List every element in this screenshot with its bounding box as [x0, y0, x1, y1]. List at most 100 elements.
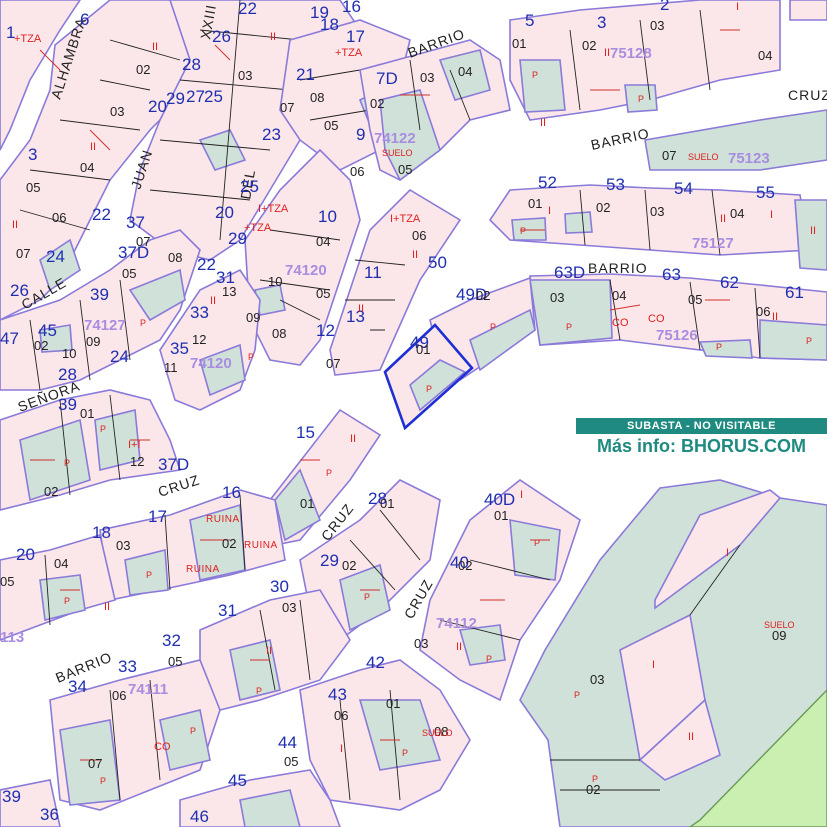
marker-p: P [716, 342, 722, 352]
parcel-number: 06 [350, 164, 364, 179]
parcel-number: 01 [300, 496, 314, 511]
block-id-75126: 75126 [656, 327, 698, 344]
house-number: 22 [197, 255, 216, 274]
parcel-number: 09 [772, 628, 786, 643]
house-number: 28 [58, 365, 77, 384]
map-canvas[interactable]: ALHAMBRA CALLE SEÑORA JUAN XXIII DEL BAR… [0, 0, 827, 827]
parcel-number: 01 [80, 406, 94, 421]
annotation-ruina: RUINA [186, 564, 220, 575]
parcel-number: 02 [582, 38, 596, 53]
house-number: 39 [90, 285, 109, 304]
parcel-number: 02 [476, 288, 490, 303]
marker-ii: II [266, 645, 272, 657]
house-number: 22 [92, 205, 111, 224]
parcel-number: 07 [662, 148, 676, 163]
marker-p: P [566, 322, 572, 332]
house-number: 23 [262, 125, 281, 144]
parcel-number: 05 [398, 162, 412, 177]
parcel-number: 01 [512, 36, 526, 51]
parcel-number: 06 [756, 304, 770, 319]
parcel-number: 10 [62, 346, 76, 361]
house-number: 37D [158, 455, 189, 474]
marker-p: P [490, 322, 496, 332]
marker-p: P [520, 226, 526, 236]
marker-ii: II [90, 141, 96, 153]
marker-p: P [806, 336, 812, 346]
parcel-number: 05 [168, 654, 182, 669]
house-number: 29 [166, 89, 185, 108]
block-75128[interactable] [509, 0, 827, 121]
marker-ii: II [772, 311, 778, 323]
marker-p: P [574, 690, 580, 700]
parcel-number: 05 [688, 292, 702, 307]
house-number: 32 [162, 631, 181, 650]
block-id-74111: 74111 [128, 681, 168, 698]
house-number: 20 [148, 97, 167, 116]
house-number: 25 [240, 177, 259, 196]
marker-ii: II [688, 731, 694, 743]
marker-ii: II [358, 303, 364, 315]
house-number: 24 [110, 347, 129, 366]
annotation-suelo: SUELO [382, 148, 413, 158]
house-number: 7D [376, 69, 398, 88]
block-id-75123: 75123 [728, 150, 770, 167]
annotation-suelo: SUELO [422, 728, 453, 738]
marker-ii: II [210, 295, 216, 307]
marker-i: I [548, 205, 551, 217]
parcel-number: 03 [650, 18, 664, 33]
house-number: 18 [92, 523, 111, 542]
house-number: 27 [186, 87, 205, 106]
parcel-number: 02 [596, 200, 610, 215]
marker-p: P [100, 424, 106, 434]
marker-p: P [638, 94, 644, 104]
parcel-number: 03 [420, 70, 434, 85]
block-id-74120-a: 74120 [285, 262, 327, 279]
parcel-number: 08 [272, 326, 286, 341]
parcel-number: 03 [550, 290, 564, 305]
marker-p: P [486, 654, 492, 664]
parcel-number: 03 [414, 636, 428, 651]
block-75126[interactable] [529, 273, 827, 361]
house-number: 52 [538, 173, 557, 192]
parcel-number: 10 [268, 274, 282, 289]
parcel-number: 03 [282, 600, 296, 615]
street-label-cruz-left: CRUZ [156, 471, 202, 499]
house-number: 20 [16, 545, 35, 564]
house-number: 54 [674, 179, 693, 198]
parcel-number: 12 [130, 454, 144, 469]
cadastral-map[interactable]: ALHAMBRA CALLE SEÑORA JUAN XXIII DEL BAR… [0, 0, 827, 827]
house-number: 47 [0, 329, 19, 348]
house-number: 12 [316, 321, 335, 340]
block-id-74112: 74112 [436, 615, 477, 632]
parcel-number: 03 [238, 68, 252, 83]
parcel-number: 04 [458, 64, 472, 79]
annotation-co: CO [648, 313, 665, 325]
house-number: 26 [212, 27, 231, 46]
parcel-number: 06 [412, 228, 426, 243]
more-info-link[interactable]: Más info: BHORUS.COM [576, 435, 827, 457]
street-label-barrio-mid: BARRIO [588, 260, 648, 276]
marker-p: P [140, 318, 146, 328]
marker-ii: II [104, 601, 110, 613]
annotation-tza: I+TZA [390, 213, 421, 225]
marker-p: P [592, 774, 598, 784]
house-number: 15 [296, 423, 315, 442]
house-number: 36 [40, 805, 59, 824]
house-number: 31 [218, 601, 237, 620]
house-number: 33 [118, 657, 137, 676]
parcel-number: 02 [342, 558, 356, 573]
parcel-number: 02 [136, 62, 150, 77]
parcel-number: 08 [310, 90, 324, 105]
marker-p: P [402, 748, 408, 758]
marker-p: P [190, 726, 196, 736]
house-number: 33 [190, 303, 209, 322]
parcel-number: 05 [122, 266, 136, 281]
house-number: 6 [80, 10, 89, 29]
marker-ii: II [12, 219, 18, 231]
house-number: 25 [204, 87, 223, 106]
parcel-number: 04 [80, 160, 94, 175]
parcel-number: 09 [246, 310, 260, 325]
house-number: 20 [215, 203, 234, 222]
marker-ii: II [810, 225, 816, 237]
parcel-number: 07 [326, 356, 340, 371]
